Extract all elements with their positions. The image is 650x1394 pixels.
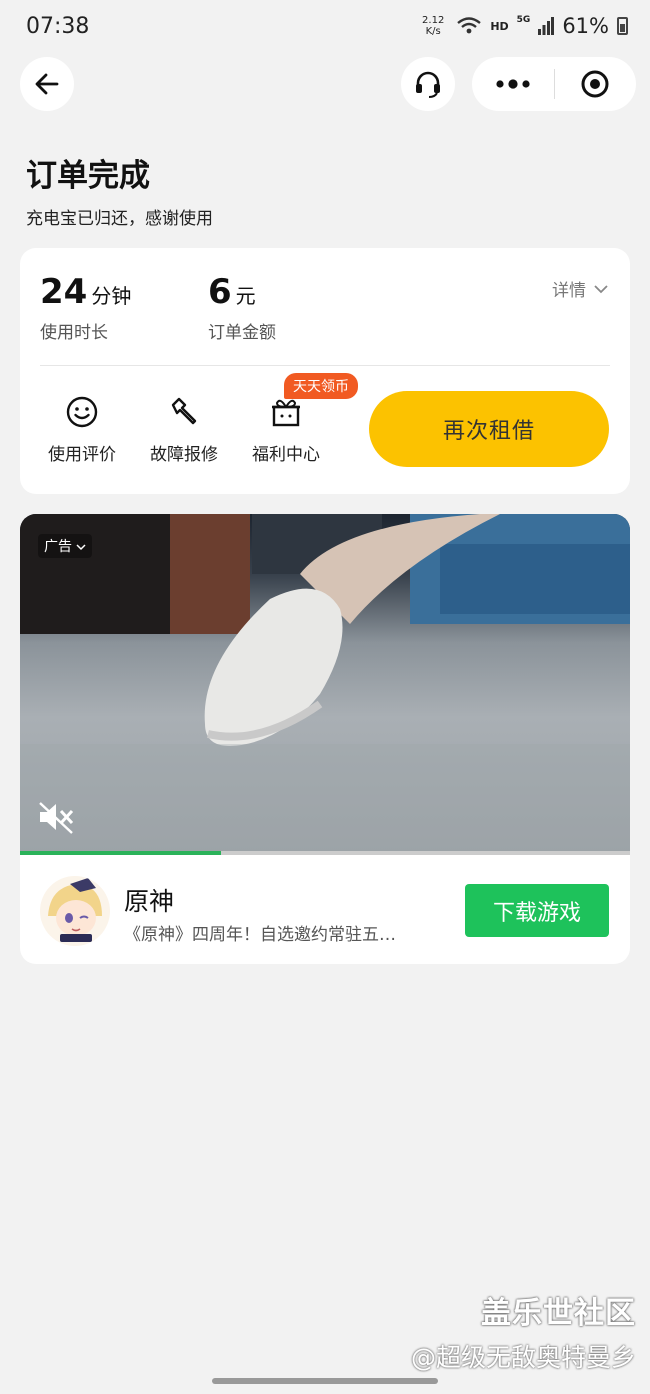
duration-value: 24: [40, 272, 88, 312]
mute-button[interactable]: [36, 800, 76, 838]
wrench-icon: [171, 397, 197, 425]
order-summary-card: 24 分钟 使用时长 6元 订单金额 详情 使用评价 故障报修 福利中心 天天领…: [20, 248, 630, 494]
app-avatar[interactable]: [40, 876, 110, 946]
amount-label: 订单金额: [208, 323, 276, 343]
video-frame-illustration: [20, 514, 630, 853]
target-close-icon: [581, 70, 609, 98]
welfare-center-label: 福利中心: [252, 445, 320, 465]
card-divider: [40, 365, 610, 366]
repair-report-action[interactable]: 故障报修: [140, 394, 228, 465]
watermark-community: 盖乐世社区: [481, 1296, 636, 1331]
gift-icon: [272, 399, 300, 427]
amount-value: 6: [208, 272, 232, 312]
app-description: 《原神》四周年！自选邀约常驻五…: [124, 925, 396, 945]
review-label: 使用评价: [48, 445, 116, 465]
miniprogram-capsule: [472, 57, 636, 111]
headset-icon: [416, 71, 440, 98]
battery-percent: 61%: [562, 14, 609, 38]
arrow-left-icon: [35, 73, 59, 95]
hd-indicator: HD: [490, 19, 509, 33]
smiley-icon: [66, 396, 98, 428]
muted-speaker-icon: [39, 802, 74, 834]
duration-stat: 24 分钟 使用时长: [40, 272, 131, 343]
repair-report-label: 故障报修: [150, 445, 218, 465]
duration-label: 使用时长: [40, 323, 108, 343]
rent-again-button[interactable]: 再次租借: [369, 391, 609, 467]
details-label: 详情: [552, 281, 586, 301]
home-indicator[interactable]: [212, 1378, 438, 1384]
network-speed: 2.12 K/s: [422, 15, 445, 37]
welfare-center-action[interactable]: 福利中心: [242, 394, 330, 465]
game-avatar-illustration: [40, 876, 110, 946]
network-type: 5G: [516, 15, 531, 25]
status-time: 07:38: [26, 14, 90, 39]
signal-icon: [538, 17, 555, 35]
page-subtitle: 充电宝已归还，感谢使用: [26, 209, 213, 229]
duration-unit: 分钟: [91, 284, 132, 308]
amount-stat: 6元 订单金额: [208, 272, 276, 343]
chevron-down-icon: [594, 284, 608, 293]
review-action[interactable]: 使用评价: [38, 394, 126, 465]
video-progress-fill: [20, 851, 222, 855]
ad-card: 广告 原神 《原神》四周年！自选邀约常驻五… 下载游戏: [20, 514, 630, 964]
chevron-down-icon: [76, 544, 86, 551]
more-button[interactable]: [472, 57, 554, 111]
close-miniprogram-button[interactable]: [555, 57, 637, 111]
app-name: 原神: [124, 887, 175, 916]
status-icons: 2.12 K/s HD 5G 61%: [422, 14, 628, 38]
back-button[interactable]: [20, 57, 74, 111]
details-toggle[interactable]: 详情: [552, 276, 608, 301]
ad-label[interactable]: 广告: [38, 534, 93, 558]
battery-icon: [617, 17, 628, 35]
video-progress-bar[interactable]: [20, 851, 630, 855]
page-title: 订单完成: [26, 158, 150, 194]
ad-video[interactable]: 广告: [20, 514, 630, 853]
more-dots-icon: [496, 79, 530, 89]
wifi-icon: [457, 17, 482, 34]
promo-badge: 天天领币: [284, 373, 358, 399]
watermark-author: @超级无敌奥特曼乡: [410, 1343, 636, 1372]
customer-service-button[interactable]: [401, 57, 455, 111]
amount-unit: 元: [235, 284, 256, 308]
download-game-button[interactable]: 下载游戏: [465, 884, 609, 937]
status-bar: 07:38 2.12 K/s HD 5G 61%: [0, 0, 650, 58]
